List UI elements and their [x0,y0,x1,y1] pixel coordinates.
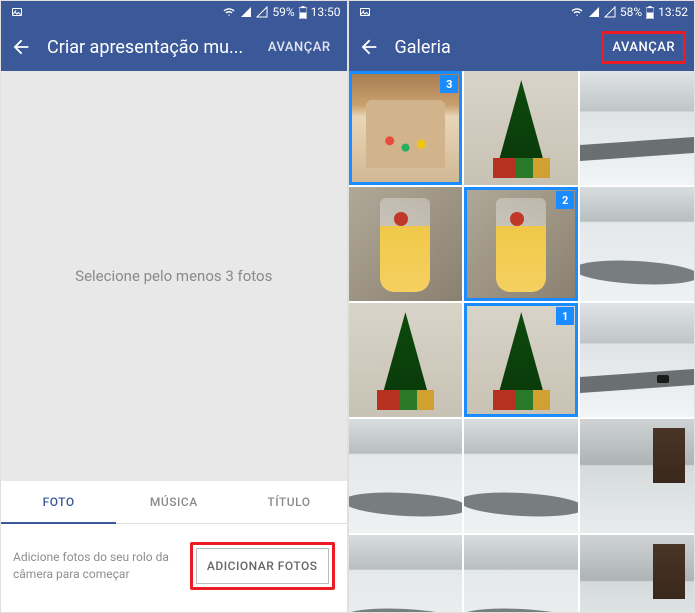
screen-gallery: 58% 13:52 Galeria AVANÇAR 3 2 1 [348,0,695,613]
preview-hint: Selecione pelo menos 3 fotos [75,267,272,285]
gallery-thumb[interactable] [349,535,463,612]
gallery-thumb[interactable]: 3 [349,71,463,185]
gallery-thumb[interactable] [580,419,694,533]
preview-area: Selecione pelo menos 3 fotos [1,71,347,481]
back-button[interactable] [9,35,33,59]
tabs: FOTO MÚSICA TÍTULO [1,481,347,524]
status-bar: 58% 13:52 [349,1,695,23]
selection-badge: 1 [556,307,574,325]
add-photos-button[interactable]: ADICIONAR FOTOS [196,548,329,584]
page-title: Criar apresentação mu... [47,37,246,58]
page-title: Galeria [395,37,588,58]
signal-icon [588,6,600,18]
app-bar: Criar apresentação mu... AVANÇAR [1,23,347,71]
wifi-icon [222,6,236,18]
gallery-thumb[interactable]: 1 [464,303,578,417]
battery-pct: 59% [272,5,294,19]
footer-hint: Adicione fotos do seu rolo da câmera par… [13,549,180,583]
screen-create-slideshow: 59% 13:50 Criar apresentação mu... AVANÇ… [0,0,348,613]
app-bar: Galeria AVANÇAR [349,23,695,71]
gallery-thumb[interactable] [580,535,694,612]
selection-badge: 3 [440,75,458,93]
gallery-thumb[interactable] [349,187,463,301]
gallery-thumb[interactable] [580,187,694,301]
tab-musica[interactable]: MÚSICA [116,481,231,523]
battery-pct: 58% [620,5,642,19]
back-button[interactable] [357,35,381,59]
tab-foto[interactable]: FOTO [1,481,116,523]
status-bar: 59% 13:50 [1,1,347,23]
gallery-thumb[interactable] [464,71,578,185]
battery-icon [646,6,654,19]
gallery-thumb[interactable]: 2 [464,187,578,301]
next-button[interactable]: AVANÇAR [601,31,686,64]
gallery-grid: 3 2 1 [349,71,695,612]
gallery-thumb[interactable] [580,71,694,185]
gallery-thumb[interactable] [580,303,694,417]
gallery-thumb[interactable] [349,303,463,417]
footer-area: Adicione fotos do seu rolo da câmera par… [1,524,347,612]
battery-icon [299,6,307,19]
selection-badge: 2 [556,191,574,209]
wifi-icon [570,6,584,18]
highlight-add-photos: ADICIONAR FOTOS [190,542,335,590]
no-sim-icon [604,6,616,18]
no-sim-icon [256,6,268,18]
tab-titulo[interactable]: TÍTULO [231,481,346,523]
signal-icon [240,6,252,18]
picture-icon [359,6,371,18]
next-button[interactable]: AVANÇAR [260,34,339,61]
gallery-thumb[interactable] [464,419,578,533]
clock-time: 13:50 [311,5,341,19]
gallery-thumb[interactable] [349,419,463,533]
gallery-thumb[interactable] [464,535,578,612]
clock-time: 13:52 [658,5,688,19]
picture-icon [11,6,23,18]
